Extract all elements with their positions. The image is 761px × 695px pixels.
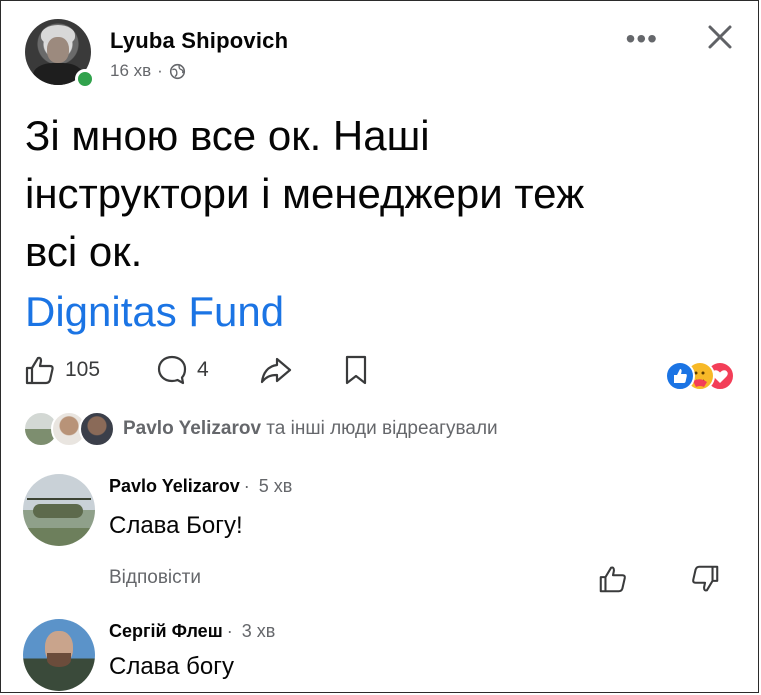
post-header: Lyuba Shipovich 16 хв · ••• <box>25 19 740 89</box>
reaction-summary[interactable] <box>665 361 743 391</box>
share-button[interactable] <box>259 353 293 387</box>
comment-header: Сергій Флеш · 3 хв <box>109 621 275 642</box>
comment-time-sep: · <box>243 476 250 496</box>
post-meta: 16 хв · <box>110 61 186 81</box>
reactor-avatar <box>79 411 115 447</box>
like-count: 105 <box>65 358 101 381</box>
comment-time[interactable]: 5 хв <box>259 476 293 496</box>
reacted-summary[interactable]: Pavlo Yelizarov та інші люди відреагувал… <box>23 411 743 447</box>
helicopter-body <box>33 504 83 518</box>
comment-button[interactable]: 4 <box>155 353 209 387</box>
comment: Сергій Флеш · 3 хв Слава богу <box>23 619 743 692</box>
reacted-name: Pavlo Yelizarov <box>123 418 262 439</box>
comment-author[interactable]: Сергій Флеш <box>109 621 223 641</box>
like-reaction-icon <box>665 361 695 391</box>
online-status-dot <box>75 69 95 89</box>
meta-separator: · <box>157 61 163 80</box>
hashtag-link[interactable]: Dignitas Fund <box>25 285 284 339</box>
comment-text: Слава богу <box>109 653 235 680</box>
comment-count: 4 <box>197 358 209 381</box>
comment-time[interactable]: 3 хв <box>242 621 276 641</box>
reacted-text: Pavlo Yelizarov та інші люди відреагувал… <box>123 418 498 440</box>
comment-time-sep: · <box>226 621 233 641</box>
reply-button[interactable]: Відповісти <box>109 567 201 589</box>
reacted-suffix: та інші люди відреагували <box>266 418 498 439</box>
comment: Pavlo Yelizarov · 5 хв Слава Богу! <box>23 474 743 554</box>
comment-header: Pavlo Yelizarov · 5 хв <box>109 476 292 497</box>
helicopter-rotor <box>27 498 91 500</box>
thumb-up-icon[interactable] <box>597 563 629 595</box>
share-icon <box>260 357 292 384</box>
post-text: Зі мною все ок. Наші інструктори і менед… <box>25 107 725 281</box>
save-icon <box>345 355 367 385</box>
more-icon[interactable]: ••• <box>626 25 658 53</box>
post-text-line: всі ок. <box>25 228 143 275</box>
author-name[interactable]: Lyuba Shipovich <box>110 28 288 54</box>
thumb-down-icon[interactable] <box>689 563 721 595</box>
like-icon <box>25 356 54 385</box>
save-button[interactable] <box>339 353 373 387</box>
close-icon[interactable] <box>704 21 736 53</box>
avatar-beard <box>47 653 71 667</box>
comment-author[interactable]: Pavlo Yelizarov <box>109 476 240 496</box>
post-time[interactable]: 16 хв <box>110 61 151 81</box>
comment-actions: Відповісти <box>109 563 729 593</box>
comment-text: Слава Богу! <box>109 512 243 539</box>
post-text-line: Зі мною все ок. Наші <box>25 112 430 159</box>
like-button[interactable]: 105 <box>23 353 100 387</box>
globe-icon <box>169 63 185 79</box>
comment-icon <box>157 355 187 385</box>
avatar-face <box>47 37 69 63</box>
comment-avatar[interactable] <box>23 474 95 546</box>
post-text-line: інструктори і менеджери теж <box>25 170 585 217</box>
comment-avatar[interactable] <box>23 619 95 691</box>
action-bar: 105 4 <box>23 353 743 393</box>
post-card: Lyuba Shipovich 16 хв · ••• Зі мною все … <box>0 0 759 693</box>
